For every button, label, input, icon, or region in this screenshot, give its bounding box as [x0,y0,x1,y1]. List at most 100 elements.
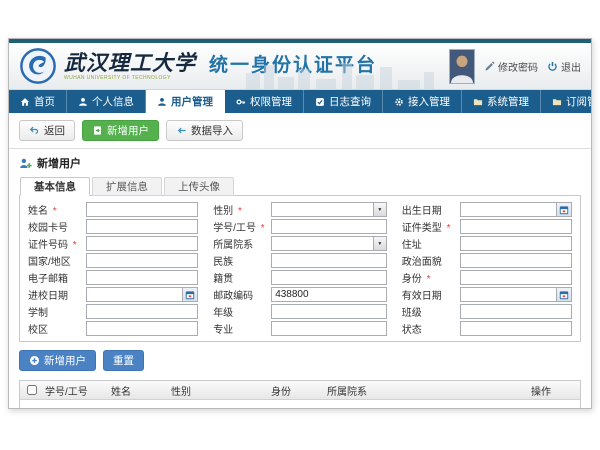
field-input-wrap [86,270,198,285]
input-class[interactable] [460,304,572,319]
form-field-birth-date: 出生日期 [402,202,572,217]
university-title-block: 武汉理工大学 WUHAN UNIVERSITY OF TECHNOLOGY [64,52,196,81]
power-icon [547,61,558,72]
input-name[interactable] [86,202,198,217]
input-gender[interactable] [271,202,387,217]
calendar-icon[interactable] [556,288,571,301]
field-input-wrap [460,270,572,285]
toolbar-add-user-label: 新增用户 [107,123,149,138]
university-name-en: WUHAN UNIVERSITY OF TECHNOLOGY [64,75,196,81]
back-button-label: 返回 [44,123,65,138]
form-field-native-place: 籍贯 [213,270,387,285]
nav-item-profile[interactable]: 个人信息 [67,90,146,113]
back-button[interactable]: 返回 [19,120,75,141]
field-input-wrap [460,287,572,302]
input-postal-code[interactable] [271,287,387,302]
tab-upload-avatar[interactable]: 上传头像 [164,177,234,196]
input-campus[interactable] [86,321,198,336]
input-identity[interactable] [460,270,572,285]
input-campus-card[interactable] [86,219,198,234]
dropdown-arrow-icon[interactable]: ▼ [373,237,386,250]
form-field-country: 国家/地区 [28,253,198,268]
field-input-wrap [86,253,198,268]
field-label: 年级 [213,304,271,319]
field-label: 班级 [402,304,460,319]
field-input-wrap [86,202,198,217]
main-nav: 首页个人信息用户管理 权限管理日志查询 接入管理系统管理 订阅管理 [9,90,591,113]
required-asterisk: * [444,223,451,234]
field-input-wrap [271,253,387,268]
university-name-cn: 武汉理工大学 [64,52,196,74]
field-input-wrap: ▼ [271,236,387,251]
form-grid: 姓名 *性别 *▼出生日期校园卡号学号/工号 *证件类型 *证件号码 *所属院系… [28,202,572,336]
field-input-wrap [86,304,198,319]
nav-item-label: 接入管理 [408,94,450,109]
form-actions: 新增用户 重置 [19,350,581,371]
input-major[interactable] [271,321,387,336]
calendar-icon[interactable] [556,203,571,216]
calendar-icon[interactable] [182,288,197,301]
page: 武汉理工大学 WUHAN UNIVERSITY OF TECHNOLOGY 统一… [0,0,600,450]
nav-item-user-management[interactable]: 用户管理 [146,90,225,113]
document-arrow-icon [92,125,103,136]
field-label: 性别 * [213,202,271,217]
input-status[interactable] [460,321,572,336]
field-input-wrap [86,236,198,251]
input-id-type[interactable] [460,219,572,234]
form-field-ethnicity: 民族 [213,253,387,268]
form-field-postal-code: 邮政编码 [213,287,387,302]
input-native-place[interactable] [271,270,387,285]
field-label: 校园卡号 [28,219,86,234]
field-input-wrap [460,304,572,319]
field-input-wrap [271,219,387,234]
dropdown-arrow-icon[interactable]: ▼ [373,203,386,216]
nav-item-log-query[interactable]: 日志查询 [304,90,383,113]
form-field-email: 电子邮箱 [28,270,198,285]
reset-button[interactable]: 重置 [103,350,144,371]
logout-link[interactable]: 退出 [547,59,581,74]
nav-item-home[interactable]: 首页 [9,90,67,113]
required-asterisk: * [235,206,242,217]
submit-add-user-button[interactable]: 新增用户 [19,350,96,371]
home-icon [20,97,30,107]
folder-icon [473,97,483,107]
form-field-id-type: 证件类型 * [402,219,572,234]
input-student-id[interactable] [271,219,387,234]
field-input-wrap [271,304,387,319]
input-id-number[interactable] [86,236,198,251]
select-all-checkbox[interactable] [27,385,37,395]
nav-item-system-management[interactable]: 系统管理 [462,90,541,113]
input-ethnicity[interactable] [271,253,387,268]
field-input-wrap: ▼ [271,202,387,217]
user-icon [157,97,167,107]
form-field-id-number: 证件号码 * [28,236,198,251]
nav-item-access-management[interactable]: 接入管理 [383,90,462,113]
section-title-label: 新增用户 [37,155,81,171]
input-email[interactable] [86,270,198,285]
add-user-icon [19,157,32,170]
content: 返回 新增用户 数据导入 新增用户 基本信息扩展信息上传头像 姓名 * 性别 * ▼… [9,113,591,409]
circle-plus-icon [29,355,40,366]
input-department[interactable] [271,236,387,251]
input-political-status[interactable] [460,253,572,268]
nav-item-label: 订阅管理 [566,94,592,109]
field-label: 姓名 * [28,202,86,217]
nav-item-permission-management[interactable]: 权限管理 [225,90,304,113]
input-country[interactable] [86,253,198,268]
input-grade[interactable] [271,304,387,319]
nav-item-label: 权限管理 [250,94,292,109]
input-education-length[interactable] [86,304,198,319]
reset-button-label: 重置 [113,353,134,368]
field-input-wrap [460,253,572,268]
university-logo-icon [19,47,57,85]
tab-basic-info[interactable]: 基本信息 [20,177,90,196]
change-password-link[interactable]: 修改密码 [484,59,538,74]
toolbar-add-user-button[interactable]: 新增用户 [82,120,159,141]
form-field-campus: 校区 [28,321,198,336]
form-field-status: 状态 [402,321,572,336]
nav-item-subscription-management[interactable]: 订阅管理 [541,90,592,113]
nav-item-label: 首页 [34,94,55,109]
data-import-button[interactable]: 数据导入 [166,120,243,141]
input-address[interactable] [460,236,572,251]
tab-extended-info[interactable]: 扩展信息 [92,177,162,196]
